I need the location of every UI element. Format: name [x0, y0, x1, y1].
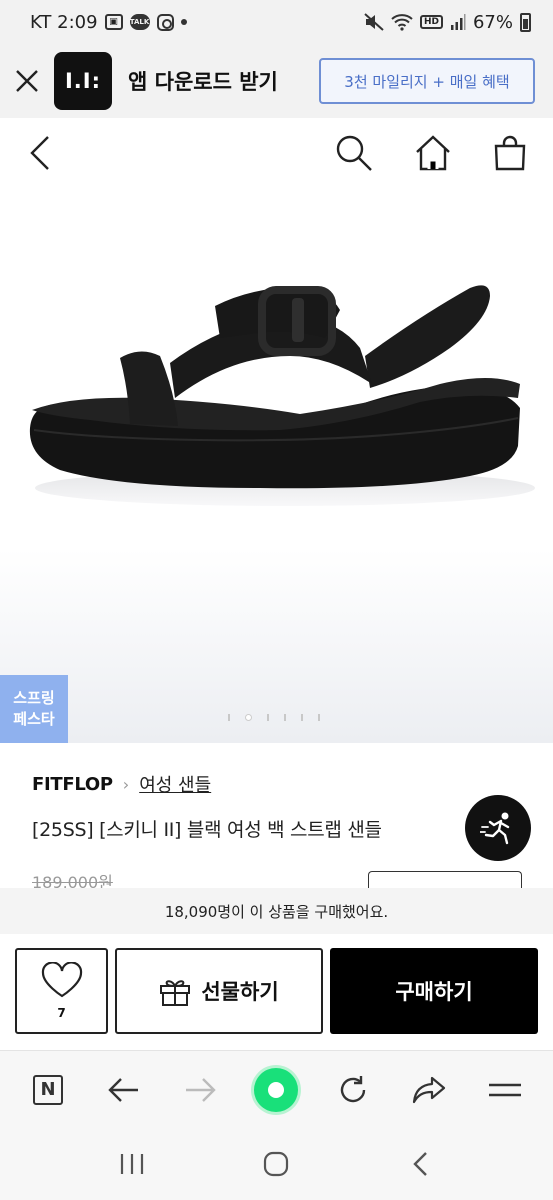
promo-badge-line2: 페스타 — [13, 710, 55, 728]
wishlist-count: 7 — [57, 1006, 66, 1020]
close-icon — [16, 70, 38, 92]
arrow-right-icon — [186, 1077, 217, 1102]
recent-apps-icon — [121, 1154, 144, 1174]
instagram-notification-icon — [156, 13, 174, 31]
signal-icon — [450, 13, 466, 31]
cart-button[interactable] — [493, 135, 527, 171]
status-right: HD 67% — [364, 12, 531, 33]
promo-badge-line1: 스프링 — [13, 689, 55, 707]
shopping-bag-icon — [494, 135, 526, 171]
search-button[interactable] — [335, 134, 373, 172]
purchase-count-notice: 18,090명이 이 상품을 구매했어요. — [0, 888, 553, 934]
hd-voice-icon: HD — [419, 15, 443, 29]
gift-button-label: 선물하기 — [201, 980, 279, 1004]
home-system-button[interactable] — [252, 1140, 300, 1188]
promo-badge[interactable]: 스프링 페스타 — [0, 675, 68, 743]
home-icon — [416, 135, 450, 171]
status-left: KT 2:09 ▣ TALK — [30, 12, 187, 33]
top-nav — [0, 118, 553, 188]
status-bar: KT 2:09 ▣ TALK HD 67% — [0, 0, 553, 44]
battery-percent: 67% — [472, 11, 513, 33]
carousel-dot — [228, 714, 230, 721]
refresh-icon — [340, 1075, 365, 1102]
menu-button[interactable] — [481, 1066, 529, 1114]
arrow-left-icon — [108, 1077, 139, 1102]
share-button[interactable] — [405, 1066, 453, 1114]
back-icon — [30, 136, 49, 170]
heart-icon — [41, 962, 82, 998]
app-benefit-button[interactable]: 3천 마일리지 + 매일 혜택 — [319, 58, 535, 104]
category-link[interactable]: 여성 샌들 — [139, 771, 211, 797]
brand-link[interactable]: FITFLOP — [32, 774, 113, 795]
refresh-button[interactable] — [329, 1066, 377, 1114]
carousel-dot — [284, 714, 286, 721]
carousel-dot — [301, 714, 303, 721]
gift-button[interactable]: 선물하기 — [115, 948, 323, 1034]
hamburger-menu-icon — [488, 1083, 521, 1096]
talk-notification-icon: TALK — [129, 14, 150, 30]
naver-n-icon: N — [33, 1074, 64, 1105]
app-logo: I.I: — [54, 52, 112, 110]
product-info: FITFLOP › 여성 샌들 [25SS] [스키니 II] 블랙 여성 백 … — [0, 743, 553, 895]
battery-icon — [520, 12, 531, 32]
naver-home-button[interactable]: N — [24, 1066, 72, 1114]
browser-toolbar: N — [0, 1050, 553, 1128]
gift-icon — [160, 980, 191, 1006]
system-back-button[interactable] — [397, 1140, 445, 1188]
carousel-dot — [267, 714, 269, 721]
breadcrumb: FITFLOP › 여성 샌들 — [32, 771, 211, 797]
search-icon — [336, 135, 372, 171]
close-banner-button[interactable] — [0, 44, 54, 118]
back-button[interactable] — [28, 135, 52, 171]
carousel-dot-active — [245, 714, 252, 721]
buy-button[interactable]: 구매하기 — [330, 948, 538, 1034]
product-image-carousel[interactable]: 스프링 페스타 — [0, 188, 553, 743]
purchase-action-bar: 7 선물하기 구매하기 — [0, 934, 553, 1050]
mute-icon — [364, 13, 384, 31]
chevron-left-icon — [413, 1152, 427, 1176]
running-person-icon — [480, 812, 510, 845]
carrier-time: KT 2:09 — [30, 11, 98, 33]
recent-apps-button[interactable] — [108, 1140, 156, 1188]
home-button[interactable] — [415, 135, 451, 171]
system-navigation-bar — [0, 1128, 553, 1200]
more-notifications-icon — [180, 19, 187, 25]
wifi-icon — [391, 13, 413, 31]
gallery-notification-icon: ▣ — [104, 14, 123, 30]
browser-back-button[interactable] — [100, 1066, 148, 1114]
wishlist-button[interactable]: 7 — [15, 948, 108, 1034]
banner-title: 앱 다운로드 받기 — [128, 70, 278, 94]
nav-actions — [335, 134, 527, 172]
product-title: [25SS] [스키니 II] 블랙 여성 백 스트랩 샌들 — [32, 819, 382, 841]
carousel-dot — [318, 714, 320, 721]
share-icon — [412, 1076, 445, 1103]
green-dot-button[interactable] — [252, 1066, 300, 1114]
carousel-indicator — [228, 714, 320, 721]
chevron-right-icon: › — [122, 774, 130, 794]
home-circle-icon — [264, 1151, 289, 1177]
browser-forward-button[interactable] — [176, 1066, 224, 1114]
app-download-banner: I.I: 앱 다운로드 받기 3천 마일리지 + 매일 혜택 — [0, 44, 553, 118]
quick-delivery-button[interactable] — [465, 795, 531, 861]
green-dot-icon — [254, 1067, 299, 1112]
sandal-product-image — [29, 285, 535, 506]
